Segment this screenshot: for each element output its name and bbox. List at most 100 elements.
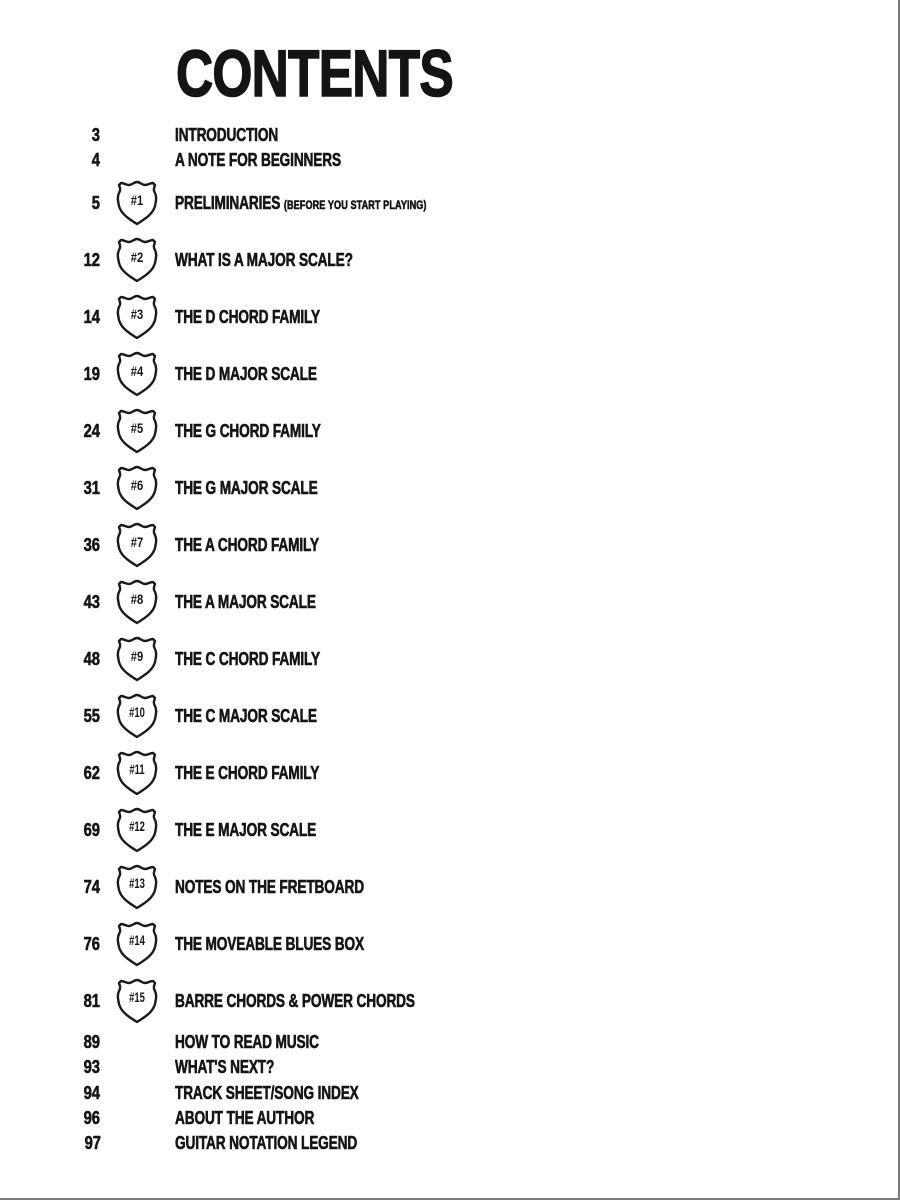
- entry-subtitle: (BEFORE YOU START PLAYING): [283, 198, 427, 213]
- entry-label: A NOTE FOR BEGINNERS: [175, 150, 342, 171]
- entry-title: THE C CHORD FAMILY: [175, 649, 321, 670]
- page-number: 19: [83, 364, 100, 385]
- page-number: 55: [83, 706, 100, 727]
- chapter-number: #4: [130, 363, 144, 379]
- entry-title: THE D CHORD FAMILY: [175, 307, 321, 328]
- chapter-number: #9: [130, 648, 144, 664]
- entry-title: BARRE CHORDS & POWER CHORDS: [175, 991, 415, 1012]
- entry-title: WHAT IS A MAJOR SCALE?: [175, 250, 353, 271]
- entry-label: ABOUT THE AUTHOR: [175, 1108, 315, 1129]
- entry-title: THE E CHORD FAMILY: [175, 763, 320, 784]
- toc-entry[interactable]: 31 #6 THE G MAJOR SCALE: [0, 465, 898, 511]
- entry-title: THE E MAJOR SCALE: [175, 820, 317, 841]
- toc-entry[interactable]: 55 #10 THE C MAJOR SCALE: [0, 693, 898, 739]
- toc-entry[interactable]: 62 #11 THE E CHORD FAMILY: [0, 750, 898, 796]
- chapter-number: #2: [130, 249, 144, 265]
- chapter-badge: #15: [116, 977, 158, 1025]
- page-number: 89: [83, 1032, 100, 1053]
- toc-entry[interactable]: 93 WHAT'S NEXT?: [0, 1055, 898, 1079]
- toc-entry[interactable]: 3 INTRODUCTION: [0, 123, 898, 147]
- chapter-number: #3: [130, 306, 144, 322]
- entry-title: THE G CHORD FAMILY: [175, 421, 321, 442]
- page-number: 43: [83, 592, 100, 613]
- entry-label: WHAT'S NEXT?: [175, 1057, 275, 1078]
- entry-label: THE D CHORD FAMILY: [175, 305, 321, 329]
- chapter-number: #13: [129, 876, 145, 891]
- page-number: 36: [83, 535, 100, 556]
- toc-entry[interactable]: 69 #12 THE E MAJOR SCALE: [0, 807, 898, 853]
- entry-label: THE A CHORD FAMILY: [175, 533, 320, 557]
- entry-title: THE C MAJOR SCALE: [175, 706, 317, 727]
- chapter-number: #11: [129, 762, 145, 777]
- toc-entry[interactable]: 76 #14 THE MOVEABLE BLUES BOX: [0, 921, 898, 967]
- page-number: 97: [84, 1133, 101, 1154]
- toc-entry[interactable]: 19 #4 THE D MAJOR SCALE: [0, 351, 898, 397]
- toc-entry[interactable]: 43 #8 THE A MAJOR SCALE: [0, 579, 898, 625]
- toc-entry[interactable]: 24 #5 THE G CHORD FAMILY: [0, 408, 898, 454]
- entry-label: HOW TO READ MUSIC: [175, 1032, 319, 1053]
- toc-entry[interactable]: 97 GUITAR NOTATION LEGEND: [0, 1131, 898, 1155]
- chapter-badge: #6: [116, 464, 158, 512]
- toc-entry[interactable]: 89 HOW TO READ MUSIC: [0, 1030, 898, 1054]
- toc-entry[interactable]: 4 A NOTE FOR BEGINNERS: [0, 148, 898, 172]
- page-number: 24: [83, 421, 100, 442]
- entry-label: BARRE CHORDS & POWER CHORDS: [175, 989, 415, 1013]
- entry-label: WHAT IS A MAJOR SCALE?: [175, 248, 353, 272]
- page-number: 74: [83, 877, 100, 898]
- entry-title: PRELIMINARIES: [175, 193, 281, 214]
- page-number: 69: [83, 820, 100, 841]
- page-number: 14: [83, 307, 100, 328]
- chapter-number: #7: [130, 534, 144, 550]
- toc-entry[interactable]: 48 #9 THE C CHORD FAMILY: [0, 636, 898, 682]
- chapter-number: #12: [129, 819, 145, 834]
- chapter-badge: #5: [116, 407, 158, 455]
- entry-label: THE C CHORD FAMILY: [175, 647, 321, 671]
- entry-title: THE MOVEABLE BLUES BOX: [175, 934, 365, 955]
- toc-entry[interactable]: 94 TRACK SHEET/SONG INDEX: [0, 1081, 898, 1105]
- entry-label: PRELIMINARIES (BEFORE YOU START PLAYING): [175, 191, 427, 217]
- page-number: 3: [91, 125, 101, 146]
- page-number: 62: [83, 763, 100, 784]
- entry-label: THE D MAJOR SCALE: [175, 362, 317, 386]
- page-number: 96: [83, 1108, 100, 1129]
- toc-entry[interactable]: 12 #2 WHAT IS A MAJOR SCALE?: [0, 237, 898, 283]
- chapter-number: #14: [129, 933, 145, 948]
- toc-entry[interactable]: 81 #15 BARRE CHORDS & POWER CHORDS: [0, 978, 898, 1024]
- entry-label: THE A MAJOR SCALE: [175, 590, 316, 614]
- entry-label: INTRODUCTION: [175, 125, 279, 146]
- entry-label: THE E MAJOR SCALE: [175, 818, 317, 842]
- entry-title: THE A CHORD FAMILY: [175, 535, 320, 556]
- chapter-number: #1: [130, 192, 144, 208]
- chapter-badge: #2: [116, 236, 158, 284]
- entry-label: NOTES ON THE FRETBOARD: [175, 875, 365, 899]
- chapter-number: #15: [129, 990, 145, 1005]
- entry-title: THE A MAJOR SCALE: [175, 592, 316, 613]
- page-number: 81: [83, 991, 100, 1012]
- chapter-number: #8: [130, 591, 144, 607]
- chapter-badge: #4: [116, 350, 158, 398]
- page-number: 76: [83, 934, 100, 955]
- toc-entry[interactable]: 5 #1 PRELIMINARIES (BEFORE YOU START PLAYI…: [0, 180, 898, 226]
- chapter-badge: #10: [116, 692, 158, 740]
- page-number: 48: [83, 649, 100, 670]
- entry-title: NOTES ON THE FRETBOARD: [175, 877, 365, 898]
- page-title: CONTENTS: [175, 36, 454, 110]
- chapter-badge: #1: [116, 179, 158, 227]
- chapter-badge: #14: [116, 920, 158, 968]
- chapter-badge: #7: [116, 521, 158, 569]
- toc-entry[interactable]: 74 #13 NOTES ON THE FRETBOARD: [0, 864, 898, 910]
- chapter-badge: #3: [116, 293, 158, 341]
- page-number: 12: [83, 250, 100, 271]
- entry-label: THE E CHORD FAMILY: [175, 761, 320, 785]
- toc-entry[interactable]: 14 #3 THE D CHORD FAMILY: [0, 294, 898, 340]
- chapter-badge: #8: [116, 578, 158, 626]
- toc-entry[interactable]: 36 #7 THE A CHORD FAMILY: [0, 522, 898, 568]
- entry-label: TRACK SHEET/SONG INDEX: [175, 1083, 359, 1104]
- entry-label: THE C MAJOR SCALE: [175, 704, 317, 728]
- chapter-badge: #11: [116, 749, 158, 797]
- chapter-number: #6: [130, 477, 144, 493]
- chapter-number: #5: [130, 420, 144, 436]
- entry-label: THE G CHORD FAMILY: [175, 419, 321, 443]
- toc-entry[interactable]: 96 ABOUT THE AUTHOR: [0, 1106, 898, 1130]
- page-number: 94: [83, 1083, 100, 1104]
